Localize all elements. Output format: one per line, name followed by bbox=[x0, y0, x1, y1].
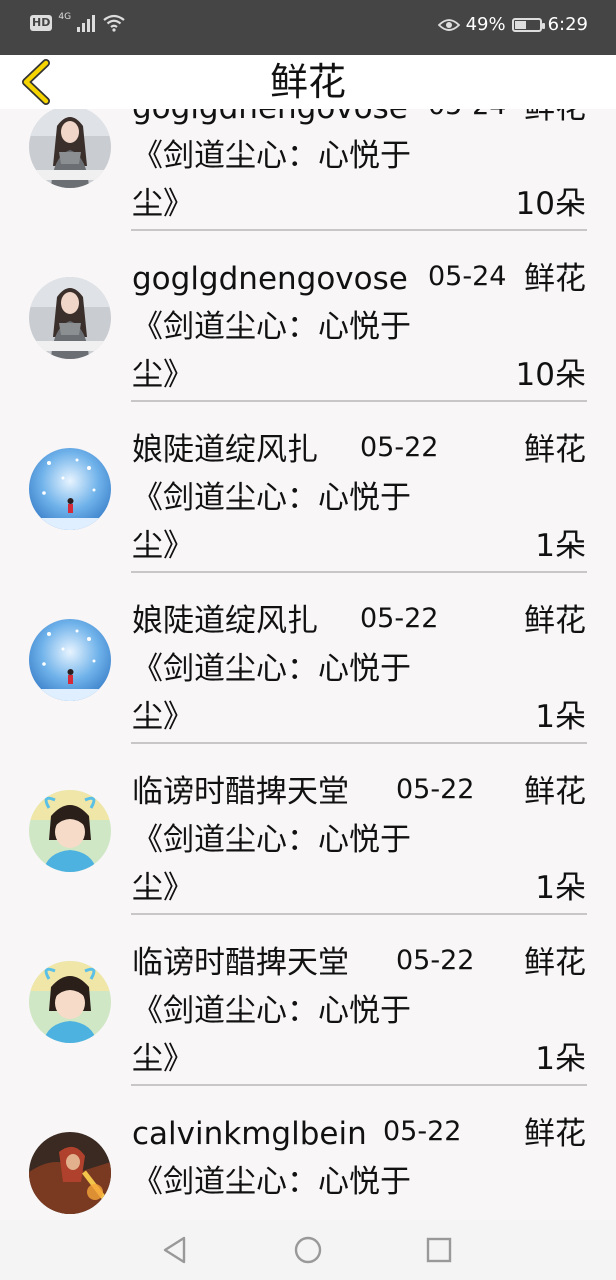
battery-icon bbox=[511, 17, 545, 32]
book-title-line2: 尘》 bbox=[132, 528, 194, 564]
status-bar: HD 4G 49% 6:29 bbox=[0, 0, 616, 55]
page-title: 鲜花 bbox=[269, 60, 346, 104]
row-divider bbox=[131, 1084, 587, 1086]
avatar bbox=[29, 790, 111, 872]
gift-date: 05-24 bbox=[428, 109, 506, 124]
user-name: 娘陡道绽风扎 bbox=[132, 432, 318, 468]
user-name: 娘陡道绽风扎 bbox=[132, 603, 318, 639]
nav-back-button[interactable] bbox=[160, 1235, 190, 1265]
book-title-line1: 《剑道尘心：心悦于 bbox=[132, 138, 411, 174]
list-item[interactable]: 临谤时醋捭天堂 05-22 鲜花《剑道尘心：心悦于 尘》 1朵 bbox=[0, 939, 616, 1110]
flower-count: 10朵 bbox=[515, 186, 586, 222]
gift-date: 05-24 bbox=[428, 261, 507, 292]
book-title-line1: 《剑道尘心：心悦于 bbox=[132, 822, 411, 858]
title-bar: 鲜花 bbox=[0, 55, 616, 109]
row-divider bbox=[131, 571, 587, 573]
nav-recent-button[interactable] bbox=[424, 1235, 454, 1265]
row-divider bbox=[131, 742, 587, 744]
book-title-line1: 《剑道尘心：心悦于 bbox=[132, 993, 411, 1029]
avatar bbox=[29, 961, 111, 1043]
list-item[interactable]: calvinkmglbein 05-22 鲜花《剑道尘心：心悦于 bbox=[0, 1110, 616, 1220]
book-title-line1: 《剑道尘心：心悦于 bbox=[132, 309, 411, 345]
status-right: 49% 6:29 bbox=[437, 14, 588, 35]
list-item[interactable]: 临谤时醋捭天堂 05-22 鲜花《剑道尘心：心悦于 尘》 1朵 bbox=[0, 768, 616, 939]
row-divider bbox=[131, 400, 587, 402]
book-title-line2: 尘》 bbox=[132, 186, 194, 222]
gift-type: 鲜花 bbox=[524, 109, 586, 128]
signal-icon bbox=[77, 15, 96, 32]
gift-type: 鲜花 bbox=[524, 603, 586, 639]
list-item[interactable]: goglgdnengovose 05-24 鲜花《剑道尘心：心悦于尘》 10朵 bbox=[0, 109, 616, 255]
user-name: 临谤时醋捭天堂 bbox=[132, 774, 349, 810]
triangle-back-icon bbox=[163, 1236, 186, 1264]
flower-count: 1朵 bbox=[535, 699, 586, 735]
gift-type: 鲜花 bbox=[524, 1116, 586, 1152]
book-title-line1: 《剑道尘心：心悦于 bbox=[132, 1164, 411, 1200]
user-name: 临谤时醋捭天堂 bbox=[132, 945, 349, 981]
avatar bbox=[29, 109, 111, 188]
user-name: goglgdnengovose bbox=[132, 109, 408, 128]
avatar bbox=[29, 1132, 111, 1214]
navigation-bar bbox=[0, 1220, 616, 1280]
flower-count: 10朵 bbox=[515, 357, 586, 393]
user-name: goglgdnengovose bbox=[132, 261, 408, 297]
battery-fill bbox=[514, 20, 527, 29]
status-left: HD 4G bbox=[30, 12, 125, 32]
battery-percent: 49% bbox=[465, 14, 506, 35]
avatar bbox=[29, 277, 111, 359]
book-title-line2: 尘》 bbox=[132, 699, 194, 735]
list-item[interactable]: 娘陡道绽风扎 05-22 鲜花《剑道尘心：心悦于 尘》 1朵 bbox=[0, 597, 616, 768]
hd-icon: HD bbox=[30, 15, 53, 31]
user-name: calvinkmglbein bbox=[132, 1116, 367, 1152]
wifi-icon bbox=[103, 14, 125, 32]
gift-date: 05-22 bbox=[396, 774, 475, 805]
book-title-line2: 尘》 bbox=[132, 357, 194, 393]
gift-date: 05-22 bbox=[383, 1116, 462, 1147]
circle-home-icon bbox=[294, 1236, 322, 1264]
row-divider bbox=[131, 913, 587, 915]
row-divider bbox=[131, 229, 587, 231]
flower-count: 1朵 bbox=[535, 1041, 586, 1077]
book-title-line1: 《剑道尘心：心悦于 bbox=[132, 651, 411, 687]
book-title-line2: 尘》 bbox=[132, 1041, 194, 1077]
gift-type: 鲜花 bbox=[524, 432, 586, 468]
gift-type: 鲜花 bbox=[524, 945, 586, 981]
flower-record-list[interactable]: goglgdnengovose05-24鲜花《剑道尘心：心悦于尘》10朵 gog… bbox=[0, 109, 616, 1220]
flower-count: 1朵 bbox=[535, 528, 586, 564]
book-title-line2: 尘》 bbox=[132, 870, 194, 906]
gift-type: 鲜花 bbox=[524, 774, 586, 810]
avatar bbox=[29, 619, 111, 701]
square-recent-icon bbox=[426, 1237, 452, 1263]
list-item[interactable]: goglgdnengovose 05-24 鲜花《剑道尘心：心悦于尘》 10朵 bbox=[0, 255, 616, 426]
avatar bbox=[29, 448, 111, 530]
list-item[interactable]: 娘陡道绽风扎 05-22 鲜花《剑道尘心：心悦于 尘》 1朵 bbox=[0, 426, 616, 597]
gift-date: 05-22 bbox=[360, 432, 439, 463]
eye-comfort-icon bbox=[437, 18, 460, 31]
gift-type: 鲜花 bbox=[524, 261, 586, 297]
flower-count: 1朵 bbox=[535, 870, 586, 906]
book-title-line1: 《剑道尘心：心悦于 bbox=[132, 480, 411, 516]
clock: 6:29 bbox=[547, 14, 588, 35]
gift-date: 05-22 bbox=[396, 945, 475, 976]
network-type: 4G bbox=[58, 12, 72, 22]
nav-home-button[interactable] bbox=[293, 1235, 323, 1265]
gift-date: 05-22 bbox=[360, 603, 439, 634]
